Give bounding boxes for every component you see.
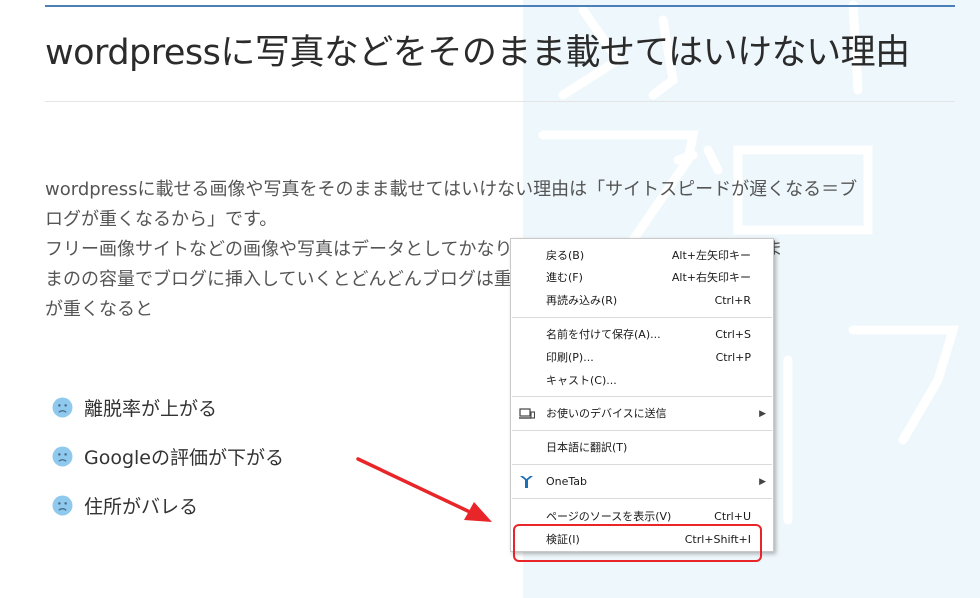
menu-separator [512, 317, 772, 318]
menu-item-shortcut: Ctrl+P [715, 351, 751, 364]
menu-item-label: 再読み込み(R) [546, 294, 618, 307]
menu-separator [512, 430, 772, 431]
article-paragraph-line: wordpressに載せる画像や写真をそのまま載せてはいけない理由は「サイトスピ… [45, 179, 858, 200]
onetab-icon [520, 476, 533, 488]
menu-item-shortcut: Ctrl+S [715, 328, 751, 341]
sad-face-icon [52, 397, 73, 418]
sad-face-icon [52, 446, 73, 467]
title-divider [45, 101, 955, 102]
list-item: Googleの評価が下がる [52, 432, 284, 481]
menu-item-label: キャスト(C)... [546, 374, 617, 387]
menu-item-save-as[interactable]: 名前を付けて保存(A)... Ctrl+S [511, 324, 773, 346]
reasons-list: 離脱率が上がる Googleの評価が下がる 住所がバレる [52, 383, 284, 530]
article-paragraph-line: まのの容量でブログに挿入していくとどんどんブログは重くなっていきます。ブログ [45, 269, 726, 290]
list-item: 住所がバレる [52, 481, 284, 530]
submenu-arrow-icon: ▶ [759, 409, 766, 419]
red-arrow-annotation [356, 457, 492, 522]
list-item-text: 住所がバレる [84, 496, 199, 518]
article-paragraph-line: ログが重くなるから」です。 [45, 209, 278, 230]
article-title: wordpressに写真などをそのまま載せてはいけない理由 [45, 33, 910, 73]
list-item-text: 離脱率が上がる [84, 398, 218, 420]
menu-item-label: 名前を付けて保存(A)... [546, 328, 661, 341]
menu-item-shortcut: Alt+左矢印キー [671, 249, 751, 262]
submenu-arrow-icon: ▶ [759, 477, 766, 487]
list-item: 離脱率が上がる [52, 383, 284, 432]
menu-item-shortcut: Ctrl+R [714, 294, 751, 307]
menu-item-label: OneTab [546, 475, 588, 488]
menu-item-forward[interactable]: 進む(F) Alt+右矢印キー [511, 267, 773, 289]
menu-item-shortcut: Alt+右矢印キー [671, 271, 751, 284]
header-top-rule [45, 5, 955, 7]
article-paragraph-line: が重くなると [45, 299, 153, 320]
menu-item-cast[interactable]: キャスト(C)... [511, 370, 773, 392]
menu-separator [512, 498, 772, 499]
article-paragraph-line: フリー画像サイトなどの画像や写真はデータとしてかなり重いものが多く、それらをその… [45, 239, 783, 260]
menu-item-reload[interactable]: 再読み込み(R) Ctrl+R [511, 290, 773, 312]
menu-item-send-to-devices[interactable]: お使いのデバイスに送信 ▶ [511, 403, 773, 425]
menu-separator [512, 464, 772, 465]
inspect-highlight-box [513, 524, 762, 562]
menu-item-print[interactable]: 印刷(P)... Ctrl+P [511, 347, 773, 369]
list-item-text: Googleの評価が下がる [84, 447, 285, 469]
menu-separator [512, 396, 772, 397]
menu-item-label: 日本語に翻訳(T) [546, 441, 628, 454]
menu-item-label: 戻る(B) [546, 249, 585, 262]
sad-face-icon [52, 495, 73, 516]
menu-item-back[interactable]: 戻る(B) Alt+左矢印キー [511, 245, 773, 267]
context-menu: 戻る(B) Alt+左矢印キー 進む(F) Alt+右矢印キー 再読み込み(R)… [510, 238, 774, 552]
menu-item-label: 進む(F) [546, 271, 583, 284]
menu-item-onetab[interactable]: OneTab ▶ [511, 471, 773, 493]
menu-item-label: 印刷(P)... [546, 351, 594, 364]
menu-item-label: お使いのデバイスに送信 [546, 407, 667, 420]
menu-item-translate[interactable]: 日本語に翻訳(T) [511, 437, 773, 459]
device-send-icon [519, 408, 535, 419]
